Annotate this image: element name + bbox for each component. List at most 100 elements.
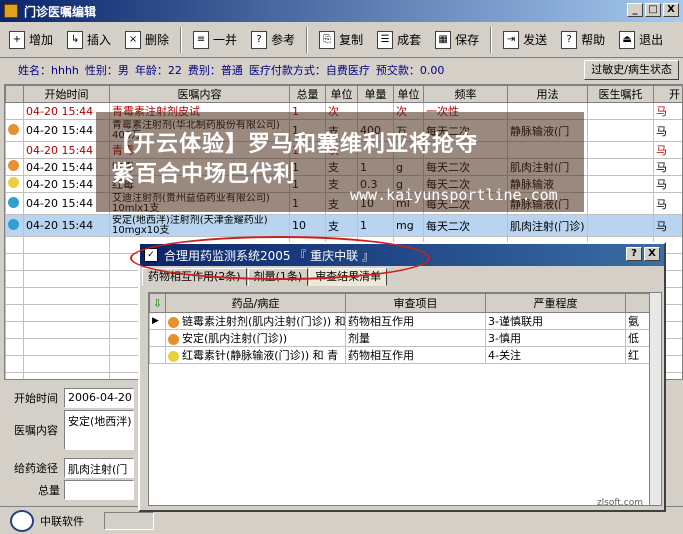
window-title: 门诊医嘱编辑 bbox=[24, 4, 97, 19]
copy-button[interactable]: ⎘ 复制 bbox=[316, 26, 366, 54]
dialog-column-header[interactable]: 审查项目 bbox=[345, 293, 486, 313]
cell-qty: 1 bbox=[289, 141, 326, 159]
dialog-column-header[interactable]: 严重程度 bbox=[485, 293, 626, 313]
empty-cell bbox=[5, 253, 24, 271]
cell-note bbox=[587, 214, 654, 237]
patient-name: 姓名：hhhh bbox=[18, 64, 79, 77]
table-row[interactable]: 04-20 15:44 青霉素注射剂皮试 1 次次一次性马 bbox=[5, 102, 682, 120]
table-row[interactable]: 04-20 15:44 安定(地西泮)注射剂(天津金耀药业) 10mgx10支 10 支… bbox=[5, 214, 682, 237]
cell-unit: 次 bbox=[325, 102, 358, 120]
list-item[interactable]: ▶ 链霉素注射剂(肌内注射(门诊)) 和药物相互作用 3-谨慎联用氨 bbox=[149, 312, 661, 330]
column-header[interactable]: 开 bbox=[653, 85, 682, 103]
empty-cell bbox=[23, 304, 110, 322]
close-button[interactable]: X bbox=[663, 3, 679, 17]
patient-info-bar: 姓名：hhhh 性别：男 年龄：22 费别：普通 医疗付款方式：自费医疗 预交款… bbox=[0, 58, 683, 82]
column-header[interactable]: 单位 bbox=[325, 85, 358, 103]
empty-cell bbox=[5, 236, 24, 254]
total-field[interactable] bbox=[64, 480, 134, 500]
cell-unit: 支 bbox=[325, 192, 358, 215]
cell-content: 青霉素注射剂皮试 bbox=[109, 102, 290, 120]
cell-dose: 400 bbox=[357, 119, 394, 142]
allergy-history-button[interactable]: 过敏史/病生状态 bbox=[584, 60, 679, 80]
cell-usage: 肌肉注射(门诊) bbox=[507, 214, 588, 237]
exit-button[interactable]: ⏏ 退出 bbox=[616, 26, 666, 54]
tab-0[interactable]: 药物相互作用(2条) bbox=[142, 268, 247, 286]
reference-button[interactable]: ? 参考 bbox=[248, 26, 298, 54]
cell-usage bbox=[507, 141, 588, 159]
cell-content: 青霉素注射剂(华北制药股份有限公司) 400万 bbox=[109, 119, 290, 142]
list-item[interactable]: 红霉素针(静脉输液(门诊)) 和 青药物相互作用 4-关注红 bbox=[149, 346, 661, 364]
row-status bbox=[5, 119, 24, 142]
content-spec: 10mlx1支 bbox=[112, 202, 160, 214]
patient-fee-type: 费别：普通 bbox=[187, 64, 243, 77]
company-logo-icon bbox=[10, 509, 34, 532]
empty-cell bbox=[23, 236, 110, 254]
template-button[interactable]: ☰ 成套 bbox=[374, 26, 424, 54]
cell-content: 艾迪注射剂(贵州益佰药业有限公司) 10mlx1支 bbox=[109, 192, 290, 215]
row-marker: ▶ bbox=[149, 312, 166, 330]
order-content-field[interactable]: 安定(地西泮) bbox=[64, 410, 134, 450]
tab-2[interactable]: 审查结果清单 bbox=[309, 268, 388, 286]
cell-note bbox=[587, 141, 654, 159]
table-row[interactable]: 04-20 15:44 链霉 1 支 1 g 每天二次 肌肉注射(门马 bbox=[5, 158, 682, 176]
empty-cell bbox=[5, 287, 24, 305]
dialog-help-button[interactable]: ? bbox=[626, 247, 642, 261]
cell-note bbox=[587, 175, 654, 193]
cell-usage: 静脉输液 bbox=[507, 175, 588, 193]
group-button[interactable]: ≡ 一并 bbox=[190, 26, 240, 54]
cell-freq: 每天二次 bbox=[423, 214, 508, 237]
toolbar-label: 发送 bbox=[523, 33, 548, 47]
delete-icon: × bbox=[125, 30, 142, 49]
column-header[interactable]: 频率 bbox=[423, 85, 508, 103]
cell-freq bbox=[423, 141, 508, 159]
severity-dot-icon bbox=[168, 333, 179, 345]
column-header[interactable]: 总量 bbox=[289, 85, 326, 103]
column-header[interactable]: 医嘱内容 bbox=[109, 85, 290, 103]
sort-down-icon[interactable]: ⇩ bbox=[149, 293, 166, 313]
toolbar-separator bbox=[490, 26, 493, 53]
tab-1[interactable]: 剂量(1条) bbox=[247, 268, 309, 286]
status-cell bbox=[104, 511, 154, 530]
insert-button[interactable]: ↳ 插入 bbox=[64, 26, 114, 54]
route-field[interactable]: 肌肉注射(门 bbox=[64, 458, 134, 478]
table-row[interactable]: 04-20 15:44 红霉 1 支 0.3 g 每天二次 静脉输液 马 bbox=[5, 175, 682, 193]
row-marker bbox=[149, 329, 166, 347]
empty-cell bbox=[5, 270, 24, 288]
cell-content: 红霉 bbox=[109, 175, 290, 193]
cell-unit: 支 bbox=[325, 119, 358, 142]
save-button[interactable]: ▦ 保存 bbox=[432, 26, 482, 54]
send-button[interactable]: ⇥ 发送 bbox=[500, 26, 550, 54]
column-header[interactable]: 开始时间 bbox=[23, 85, 110, 103]
status-dot-icon bbox=[8, 123, 19, 135]
delete-button[interactable]: × 删除 bbox=[122, 26, 172, 54]
vertical-scrollbar[interactable] bbox=[649, 293, 661, 505]
add-button[interactable]: + 增加 bbox=[6, 26, 56, 54]
maximize-button[interactable]: □ bbox=[645, 3, 661, 17]
column-header[interactable]: 单位 bbox=[393, 85, 424, 103]
dialog-title: 合理用药监测系统2005 『 重庆中联 』 bbox=[164, 248, 374, 263]
cell-freq: 一次性 bbox=[423, 102, 508, 120]
copy-icon: ⎘ bbox=[319, 30, 336, 49]
dialog-column-header[interactable]: 药品/病症 bbox=[165, 293, 346, 313]
cell-doc: 马 bbox=[653, 175, 682, 193]
status-dot-icon bbox=[8, 196, 19, 208]
cell-drug: 安定(肌内注射(门诊)) bbox=[165, 329, 346, 347]
column-header[interactable]: 用法 bbox=[507, 85, 588, 103]
table-row[interactable]: 04-20 15:44 青霉素注射剂(华北制药股份有限公司) 400万 1 支 400 万每… bbox=[5, 119, 682, 142]
minimize-button[interactable]: _ bbox=[627, 3, 643, 17]
column-header[interactable]: 单量 bbox=[357, 85, 394, 103]
dialog-close-button[interactable]: X bbox=[644, 247, 660, 261]
row-status bbox=[5, 214, 24, 237]
start-time-field[interactable]: 2006-04-20 1 bbox=[64, 388, 134, 408]
empty-cell bbox=[23, 321, 110, 339]
column-header[interactable]: 医生嘱托 bbox=[587, 85, 654, 103]
cell-note bbox=[587, 158, 654, 176]
table-row[interactable]: 04-20 15:44 青霉 1 次 马 bbox=[5, 141, 682, 159]
list-item[interactable]: 安定(肌内注射(门诊)) 剂量 3-慎用低 bbox=[149, 329, 661, 347]
cell-dunit bbox=[393, 141, 424, 159]
help-button[interactable]: ? 帮助 bbox=[558, 26, 608, 54]
table-row[interactable]: 04-20 15:44 艾迪注射剂(贵州益佰药业有限公司) 10mlx1支 1 支 10 m… bbox=[5, 192, 682, 215]
row-status bbox=[5, 175, 24, 193]
company-name: 中联软件 bbox=[40, 514, 84, 528]
row-marker bbox=[149, 346, 166, 364]
